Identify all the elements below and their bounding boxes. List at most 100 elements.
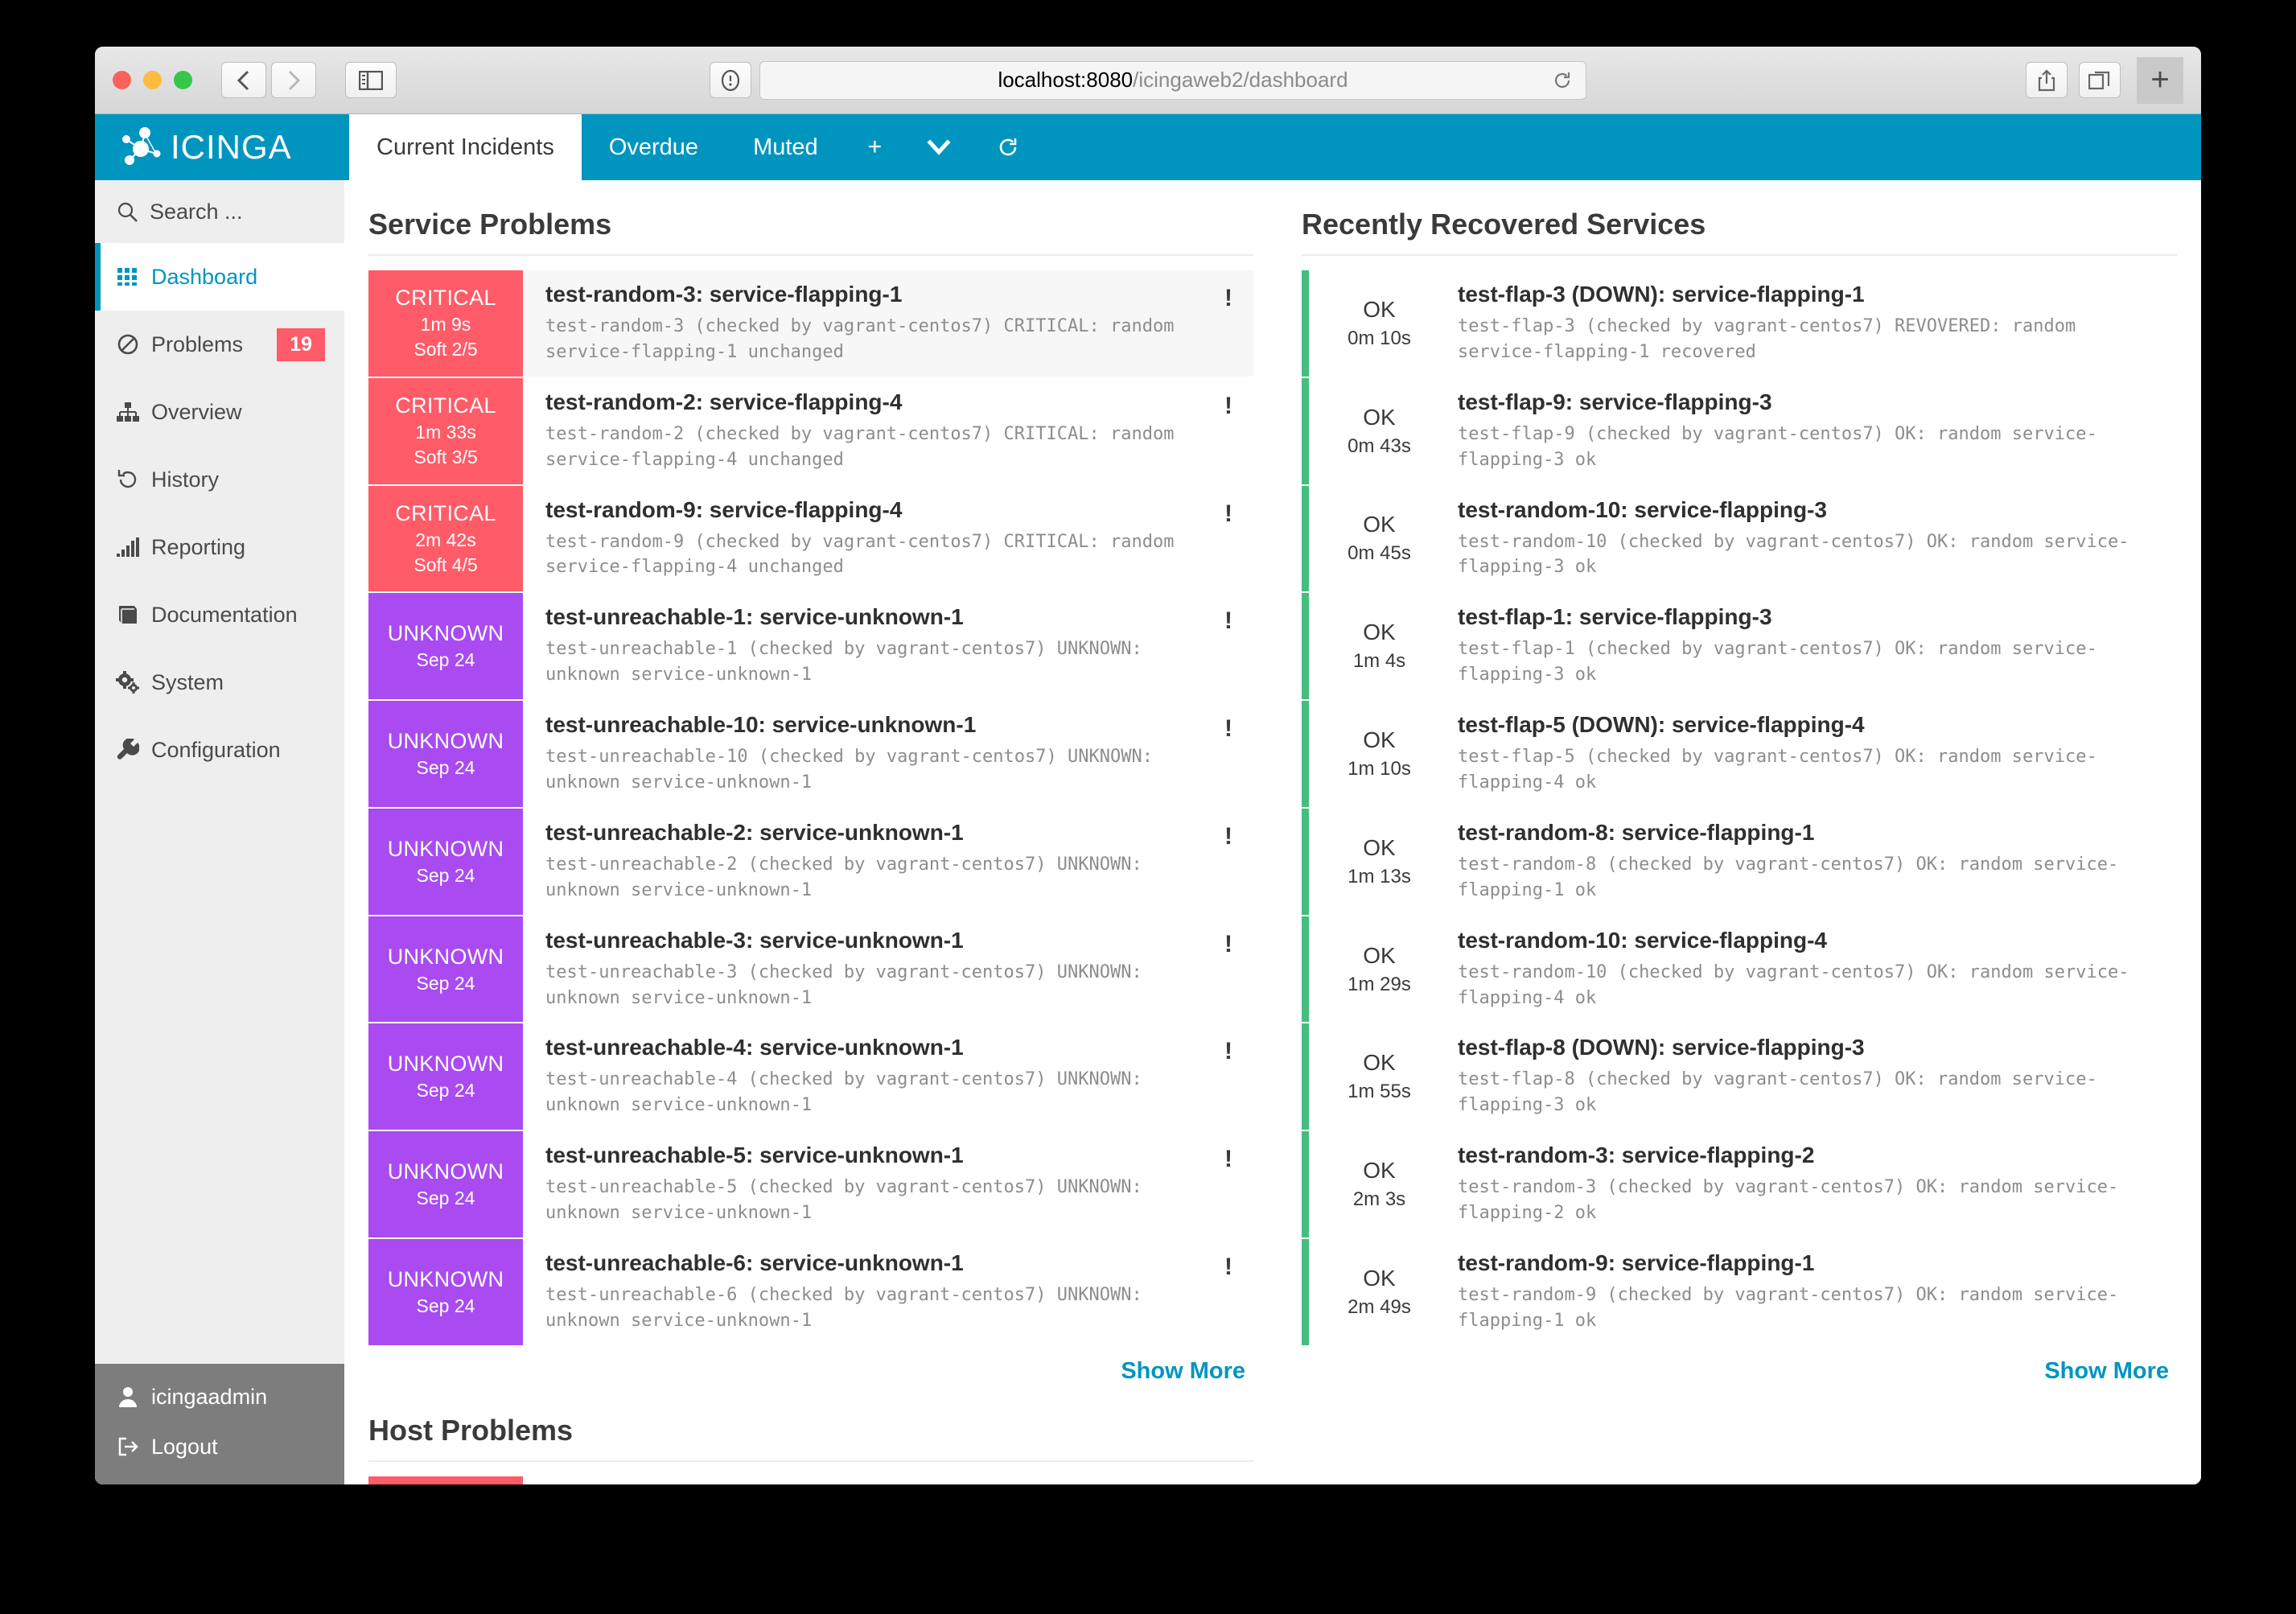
state-label: CRITICAL xyxy=(395,393,496,418)
state-duration: 1m 9s xyxy=(421,314,471,336)
tab-current-incidents[interactable]: Current Incidents xyxy=(349,114,582,180)
problem-row[interactable]: CRITICAL1m 9sSoft 2/5test-random-3: serv… xyxy=(368,270,1253,377)
recovered-description: test-flap-5 (checked by vagrant-centos7)… xyxy=(1458,744,2153,796)
logo[interactable]: ICINGA xyxy=(95,114,344,180)
recovered-row[interactable]: OK1m 13stest-random-8: service-flapping-… xyxy=(1302,809,2177,915)
problem-row[interactable]: CRITICAL2m 42sSoft 4/5test-random-9: ser… xyxy=(368,486,1253,592)
sidebar-item-documentation[interactable]: Documentation xyxy=(95,581,344,648)
problem-title[interactable]: test-unreachable-1: service-unknown-1 xyxy=(545,604,1197,630)
problem-title[interactable]: test-random-3: service-flapping-1 xyxy=(545,282,1197,307)
recovered-title-text[interactable]: test-flap-8 (DOWN): service-flapping-3 xyxy=(1458,1035,2153,1060)
state-label: OK xyxy=(1363,727,1395,753)
problem-title[interactable]: test-unreachable-10: service-unknown-1 xyxy=(545,712,1197,738)
recovered-title-text[interactable]: test-random-10: service-flapping-4 xyxy=(1458,928,2153,953)
problem-title[interactable]: test-unreachable-2: service-unknown-1 xyxy=(545,820,1197,846)
ok-status-bar xyxy=(1302,809,1309,915)
problem-row[interactable]: UNKNOWNSep 24test-unreachable-1: service… xyxy=(368,593,1253,699)
recovered-body: test-random-10: service-flapping-4test-r… xyxy=(1450,916,2177,1023)
add-dashboard-button[interactable]: + xyxy=(846,114,905,180)
recovered-title-text[interactable]: test-random-9: service-flapping-1 xyxy=(1458,1250,2153,1276)
recovered-show-more[interactable]: Show More xyxy=(1302,1347,2177,1406)
sidebar-item-system[interactable]: System xyxy=(95,648,344,716)
recovered-row[interactable]: OK1m 10stest-flap-5 (DOWN): service-flap… xyxy=(1302,701,2177,807)
problem-row[interactable]: UNKNOWNSep 24test-unreachable-6: service… xyxy=(368,1239,1253,1345)
state-duration: 2m 49s xyxy=(1348,1296,1411,1319)
recovered-row[interactable]: OK1m 4stest-flap-1: service-flapping-3te… xyxy=(1302,593,2177,699)
refresh-icon[interactable] xyxy=(973,114,1043,180)
recovered-title-text[interactable]: test-flap-9: service-flapping-3 xyxy=(1458,389,2153,415)
tab-overdue[interactable]: Overdue xyxy=(582,114,726,180)
show-tabs-icon[interactable] xyxy=(2079,62,2121,98)
new-tab-button[interactable]: + xyxy=(2137,57,2183,104)
sidebar-item-label: Configuration xyxy=(151,738,281,763)
ok-status-bar xyxy=(1302,1239,1309,1345)
problem-title[interactable]: test-random-9: service-flapping-4 xyxy=(545,497,1197,523)
reload-icon[interactable] xyxy=(1552,70,1573,91)
chevron-down-icon[interactable] xyxy=(904,114,973,180)
recovered-title-text[interactable]: test-random-8: service-flapping-1 xyxy=(1458,820,2153,846)
service-problems-show-more[interactable]: Show More xyxy=(368,1347,1253,1406)
browser-window: localhost:8080/icingaweb2/dashboard xyxy=(95,47,2201,1484)
sidebar-item-reporting[interactable]: Reporting xyxy=(95,513,344,581)
recovered-description: test-random-3 (checked by vagrant-centos… xyxy=(1458,1175,2153,1226)
problem-row[interactable]: UNKNOWNSep 24test-unreachable-3: service… xyxy=(368,916,1253,1023)
recovered-title-text[interactable]: test-flap-3 (DOWN): service-flapping-1 xyxy=(1458,282,2153,307)
share-icon[interactable] xyxy=(2026,62,2068,98)
sidebar-item-user[interactable]: icingaadmin xyxy=(95,1372,344,1422)
recovered-row[interactable]: OK2m 49stest-random-9: service-flapping-… xyxy=(1302,1239,2177,1345)
recovered-title-text[interactable]: test-random-10: service-flapping-3 xyxy=(1458,497,2153,523)
tab-muted[interactable]: Muted xyxy=(726,114,846,180)
problem-body: test-unreachable-2: service-unknown-1tes… xyxy=(523,809,1253,915)
forward-button[interactable] xyxy=(271,62,316,98)
close-window-button[interactable] xyxy=(113,71,131,89)
right-column: Recently Recovered Services OK0m 10stest… xyxy=(1278,180,2201,1484)
recovered-row[interactable]: OK1m 29stest-random-10: service-flapping… xyxy=(1302,916,2177,1023)
sidebar-item-problems[interactable]: Problems 19 xyxy=(95,311,344,378)
problem-row[interactable]: UNKNOWNSep 24test-unreachable-10: servic… xyxy=(368,701,1253,807)
recovered-row[interactable]: OK2m 3stest-random-3: service-flapping-2… xyxy=(1302,1131,2177,1237)
sidebar-item-logout[interactable]: Logout xyxy=(95,1422,344,1472)
problem-title[interactable]: test-unreachable-4: service-unknown-1 xyxy=(545,1035,1197,1060)
recovered-description: test-flap-9 (checked by vagrant-centos7)… xyxy=(1458,422,2153,473)
problem-row[interactable]: UNKNOWNSep 24test-unreachable-5: service… xyxy=(368,1131,1253,1237)
sidebar-item-history[interactable]: History xyxy=(95,446,344,513)
recovered-row[interactable]: OK1m 55stest-flap-8 (DOWN): service-flap… xyxy=(1302,1023,2177,1130)
unhandled-icon: ! xyxy=(1224,1146,1232,1173)
state-badge: OK0m 43s xyxy=(1309,378,1450,484)
sidebar-item-configuration[interactable]: Configuration xyxy=(95,716,344,784)
info-icon[interactable] xyxy=(710,62,751,98)
sidebar-item-label: Problems xyxy=(151,332,243,357)
problem-row[interactable]: DOWNSep 24test-down-7test-down-7 (checke… xyxy=(368,1476,1253,1484)
problem-title[interactable]: test-unreachable-5: service-unknown-1 xyxy=(545,1143,1197,1168)
recovered-list: OK0m 10stest-flap-3 (DOWN): service-flap… xyxy=(1302,270,2177,1345)
state-duration: 1m 55s xyxy=(1348,1081,1411,1103)
back-button[interactable] xyxy=(221,62,266,98)
wrench-icon xyxy=(116,739,140,761)
state-label: CRITICAL xyxy=(395,501,496,526)
sidebar-item-dashboard[interactable]: Dashboard xyxy=(95,243,344,311)
problem-row[interactable]: CRITICAL1m 33sSoft 3/5test-random-2: ser… xyxy=(368,378,1253,484)
url-input[interactable]: localhost:8080/icingaweb2/dashboard xyxy=(759,61,1586,100)
state-attempt: Soft 2/5 xyxy=(414,339,477,360)
state-label: OK xyxy=(1363,835,1395,861)
problem-row[interactable]: UNKNOWNSep 24test-unreachable-4: service… xyxy=(368,1023,1253,1130)
host-problems-list: DOWNSep 24test-down-7test-down-7 (checke… xyxy=(368,1476,1253,1484)
problem-title[interactable]: test-unreachable-6: service-unknown-1 xyxy=(545,1250,1197,1276)
problem-title[interactable]: test-unreachable-3: service-unknown-1 xyxy=(545,928,1197,953)
recovered-title-text[interactable]: test-flap-5 (DOWN): service-flapping-4 xyxy=(1458,712,2153,738)
recovered-row[interactable]: OK0m 10stest-flap-3 (DOWN): service-flap… xyxy=(1302,270,2177,377)
recovered-title-text[interactable]: test-random-3: service-flapping-2 xyxy=(1458,1143,2153,1168)
sidebar-toggle-icon[interactable] xyxy=(345,62,397,98)
state-duration: 1m 33s xyxy=(415,422,475,443)
ok-status-bar xyxy=(1302,916,1309,1023)
recovered-row[interactable]: OK0m 45stest-random-10: service-flapping… xyxy=(1302,486,2177,592)
maximize-window-button[interactable] xyxy=(174,71,192,89)
minimize-window-button[interactable] xyxy=(143,71,162,89)
problem-row[interactable]: UNKNOWNSep 24test-unreachable-2: service… xyxy=(368,809,1253,915)
recovered-row[interactable]: OK0m 43s test-flap-9: service-flapping-3 t… xyxy=(1302,378,2177,484)
state-label: OK xyxy=(1363,512,1395,537)
sidebar-item-overview[interactable]: Overview xyxy=(95,378,344,446)
search-input[interactable]: Search ... xyxy=(95,180,344,243)
recovered-title-text[interactable]: test-flap-1: service-flapping-3 xyxy=(1458,604,2153,630)
problem-title[interactable]: test-random-2: service-flapping-4 xyxy=(545,389,1197,415)
